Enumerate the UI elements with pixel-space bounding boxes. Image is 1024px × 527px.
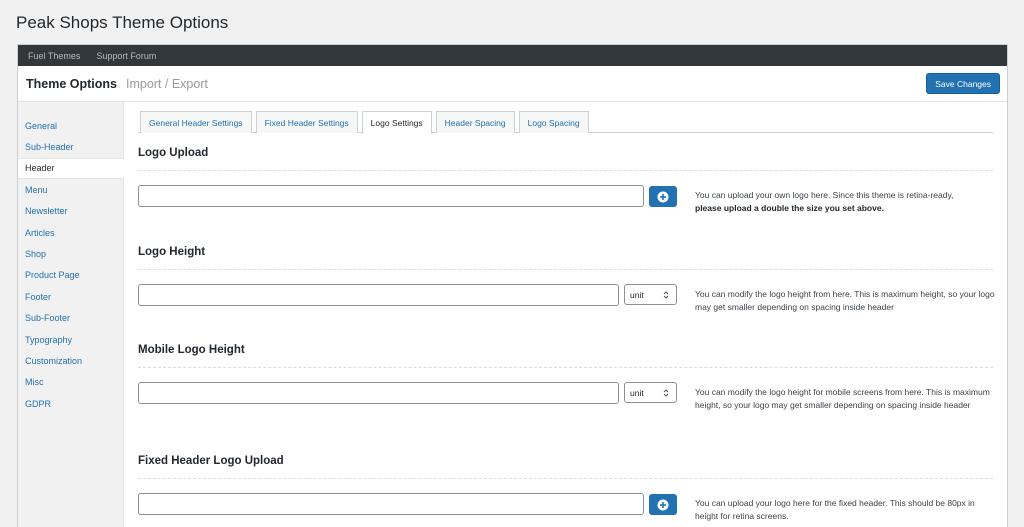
header-tabs: General Header Settings Fixed Header Set… [138,111,993,134]
sidebar-item-header[interactable]: Header [18,157,124,180]
theme-options-title: Theme Options [26,76,117,91]
mobile-logo-height-unit-select[interactable]: unit [624,382,677,403]
sidebar-item-newsletter[interactable]: Newsletter [18,201,123,222]
unit-select-value: unit [630,289,644,300]
logo-upload-title: Logo Upload [138,147,209,159]
logo-upload-desc-bold: please upload a double the size you set … [695,202,884,213]
options-header: Theme Options Import / Export Save Chang… [18,66,1007,102]
logo-upload-desc-text: You can upload your own logo here. Since… [695,190,954,200]
options-panel: Fuel Themes Support Forum Theme Options … [17,44,1008,527]
logo-upload-description: You can upload your own logo here. Since… [695,189,995,214]
logo-upload-input[interactable] [138,185,644,207]
sidebar-item-misc[interactable]: Misc [18,372,123,393]
tab-general-header-settings[interactable]: General Header Settings [140,111,252,133]
sidebar-item-general[interactable]: General [18,115,123,136]
tab-logo-spacing[interactable]: Logo Spacing [518,111,589,133]
fixed-logo-upload-title: Fixed Header Logo Upload [138,455,284,467]
sidebar-item-typography[interactable]: Typography [18,329,123,350]
sidebar-item-customization[interactable]: Customization [18,350,123,371]
fuel-themes-link[interactable]: Fuel Themes [28,51,80,61]
sidebar-item-product-page[interactable]: Product Page [18,265,123,286]
sidebar-item-articles[interactable]: Articles [18,222,123,243]
save-changes-button[interactable]: Save Changes [926,73,1000,94]
logo-height-description: You can modify the logo height from here… [695,289,995,312]
fixed-logo-upload-description: You can upload your logo here for the fi… [695,498,975,521]
import-export-link[interactable]: Import / Export [126,77,208,91]
sidebar-item-shop[interactable]: Shop [18,243,123,264]
updown-chevron-icon [663,291,669,299]
sidebar-item-sub-footer[interactable]: Sub-Footer [18,308,123,329]
mobile-logo-height-description: You can modify the logo height for mobil… [695,387,990,410]
mobile-logo-height-input[interactable] [138,382,619,404]
tab-header-spacing[interactable]: Header Spacing [435,111,515,133]
logo-upload-button[interactable] [649,186,677,207]
tab-logo-settings[interactable]: Logo Settings [361,111,432,134]
section-divider [138,367,993,368]
plus-circle-icon [657,191,669,202]
fixed-logo-upload-button[interactable] [649,494,677,515]
page-title: Peak Shops Theme Options [16,13,229,32]
sidebar-item-gdpr[interactable]: GDPR [18,393,123,414]
logo-height-input[interactable] [138,284,619,306]
section-divider [138,170,993,171]
support-forum-link[interactable]: Support Forum [96,51,156,61]
section-divider [138,269,993,270]
sidebar-item-footer[interactable]: Footer [18,286,123,307]
topbar: Fuel Themes Support Forum [18,45,1007,66]
logo-height-title: Logo Height [138,246,206,258]
unit-select-value: unit [630,387,644,398]
mobile-logo-height-title: Mobile Logo Height [138,344,245,356]
options-sidebar: General Sub-Header Header Menu Newslette… [18,102,124,527]
section-divider [138,478,993,479]
fixed-logo-upload-input[interactable] [138,493,644,515]
sidebar-item-menu[interactable]: Menu [18,179,123,200]
updown-chevron-icon [663,389,669,397]
tab-fixed-header-settings[interactable]: Fixed Header Settings [255,111,358,133]
logo-height-unit-select[interactable]: unit [624,284,677,305]
sidebar-item-sub-header[interactable]: Sub-Header [18,136,123,157]
options-main: General Header Settings Fixed Header Set… [124,102,1007,527]
plus-circle-icon [657,499,669,510]
